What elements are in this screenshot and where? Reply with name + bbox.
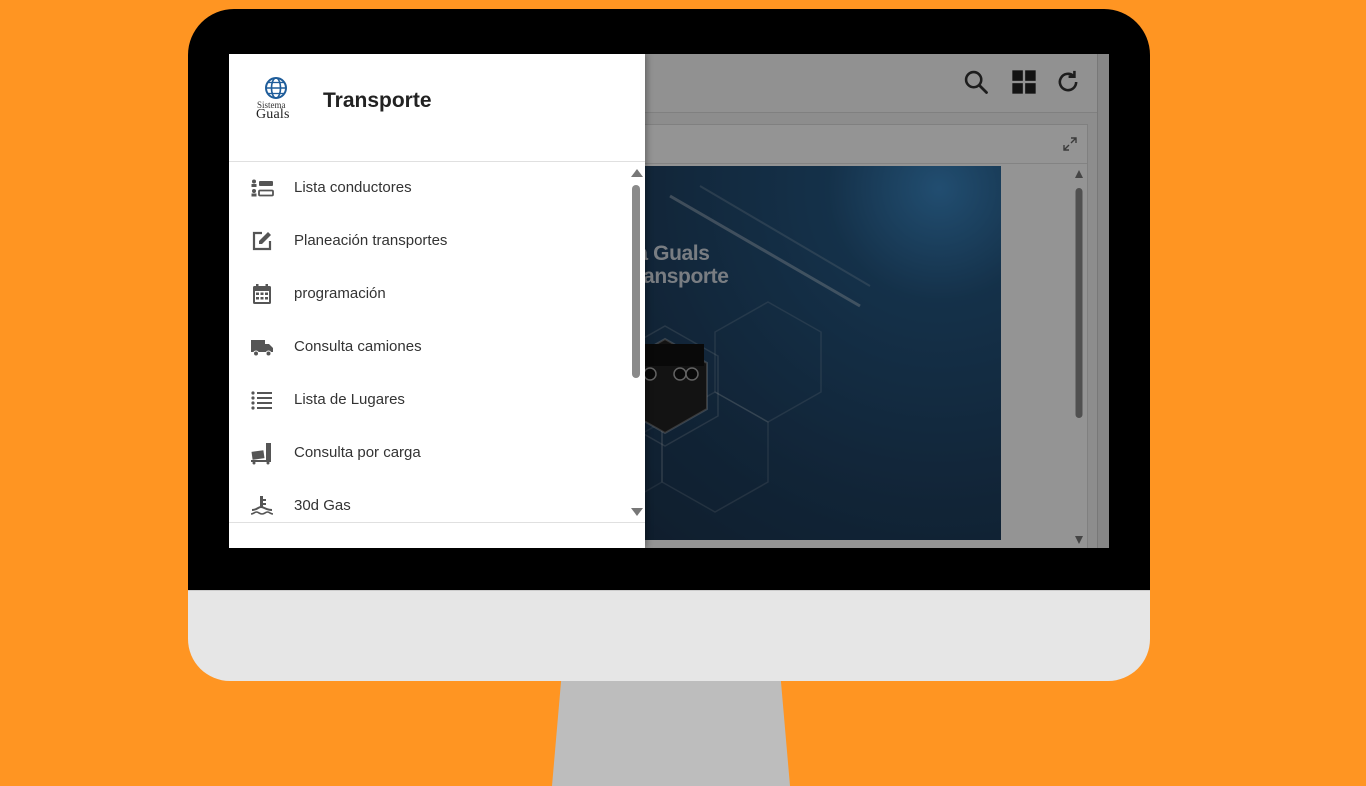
menu-item-consulta-por-carga[interactable]: Consulta por carga [229,427,629,480]
menu-item-label: Planeación transportes [294,232,448,249]
screen: na Guals Transporte Sistema Guals Transp… [229,54,1109,548]
drawer-menu: Lista conductores Planeación transportes… [229,162,629,522]
drawer-title: Transporte [323,89,432,112]
menu-item-label: Consulta camiones [294,338,422,355]
menu-item-30d-gas[interactable]: 30d Gas [229,480,629,522]
edit-icon [252,231,272,251]
gas-icon [250,496,274,515]
menu-item-planeacion-transportes[interactable]: Planeación transportes [229,215,629,268]
menu-item-label: 30d Gas [294,497,351,514]
logo-text-large: Guals [256,107,290,122]
menu-item-lista-conductores[interactable]: Lista conductores [229,162,629,215]
driver-list-icon [251,179,274,197]
menu-item-label: programación [294,285,386,302]
drawer-header: Sistema Guals Transporte [229,54,645,162]
menu-item-consulta-camiones[interactable]: Consulta camiones [229,321,629,374]
truck-icon [251,340,273,357]
calendar-icon [253,284,271,304]
list-icon [251,391,272,410]
menu-item-label: Lista de Lugares [294,391,405,408]
cargo-icon [251,443,271,465]
drawer-scrollbar[interactable] [629,162,645,522]
monitor-chin [188,590,1150,681]
navigation-drawer: Sistema Guals Transporte Lista conductor… [229,54,645,548]
drawer-footer [229,522,645,548]
menu-item-lista-de-lugares[interactable]: Lista de Lugares [229,374,629,427]
menu-item-label: Lista conductores [294,179,412,196]
monitor-stand [552,676,790,786]
menu-item-label: Consulta por carga [294,444,421,461]
menu-item-programacion[interactable]: programación [229,268,629,321]
